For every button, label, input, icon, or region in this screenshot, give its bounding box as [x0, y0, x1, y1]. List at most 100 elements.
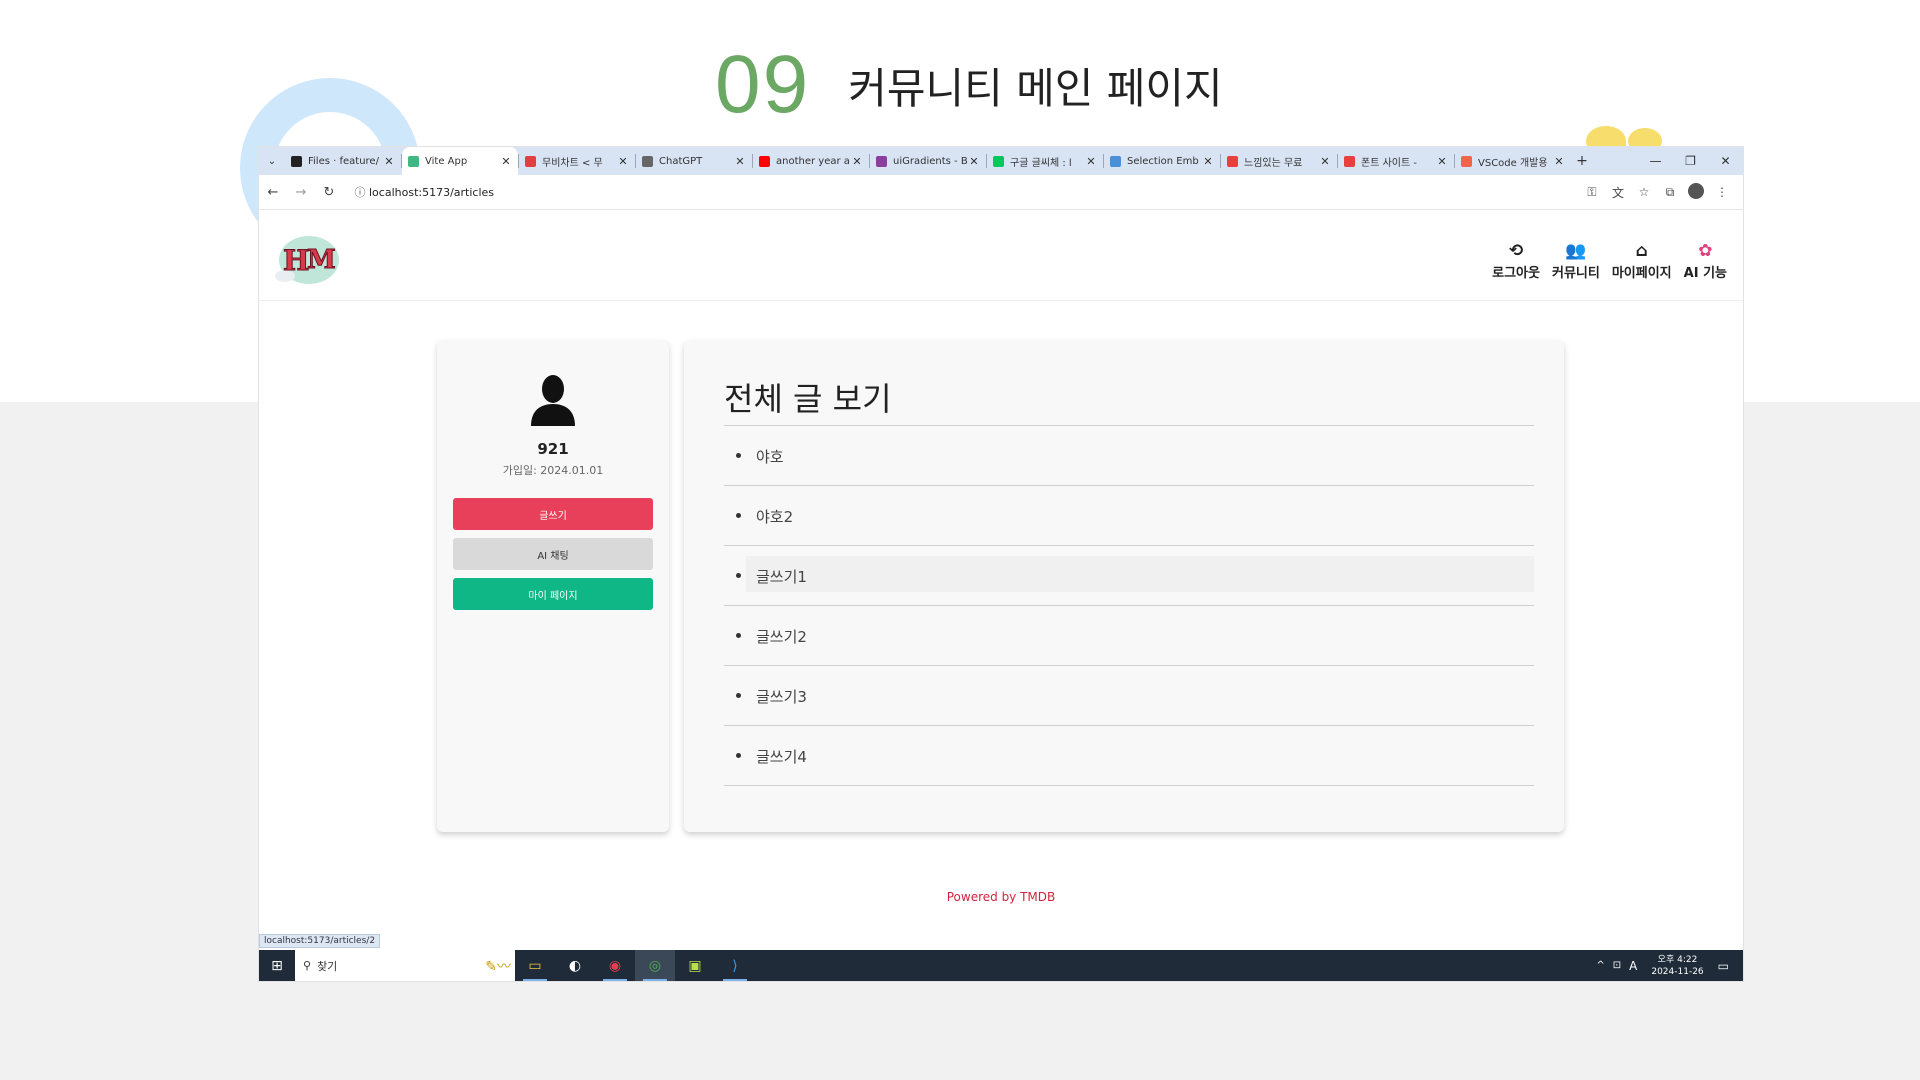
back-icon[interactable]: ← — [259, 185, 287, 200]
slide-title: 09 커뮤니티 메인 페이지 — [715, 38, 1223, 132]
tab-close-icon[interactable]: ✕ — [1319, 155, 1331, 168]
tab-close-icon[interactable]: ✕ — [617, 155, 629, 168]
list-item[interactable]: 글쓰기4 — [724, 726, 1534, 786]
reload-icon[interactable]: ↻ — [315, 185, 343, 200]
tab-close-icon[interactable]: ✕ — [1553, 155, 1565, 168]
profile-card: 921 가입일: 2024.01.01 글쓰기 AI 채팅 마이 페이지 — [437, 340, 669, 832]
profile-join-date: 가입일: 2024.01.01 — [502, 464, 604, 477]
browser-tab[interactable]: Selection Emb ✕ — [1104, 147, 1220, 175]
list-item[interactable]: 야호 — [724, 426, 1534, 486]
article-title: 글쓰기4 — [756, 748, 807, 766]
tab-search-icon[interactable]: ⌄ — [259, 156, 285, 167]
chatgpt-icon — [642, 155, 653, 167]
menu-kebab-icon[interactable]: ⋮ — [1709, 185, 1735, 199]
browser-tab[interactable]: 무비차트 < 무 ✕ — [519, 147, 635, 175]
vscode-icon[interactable]: ⟩ — [715, 950, 755, 981]
close-window-icon[interactable]: ✕ — [1708, 147, 1743, 175]
search-placeholder: 찾기 — [317, 959, 338, 973]
list-item[interactable]: 야호2 — [724, 486, 1534, 546]
pycharm-icon[interactable]: ▣ — [675, 950, 715, 981]
search-icon: ⚲ — [303, 959, 312, 972]
tab-label: uiGradients - B — [893, 155, 968, 167]
tab-close-icon[interactable]: ✕ — [734, 155, 746, 168]
browser-tab[interactable]: VSCode 개발용 ✕ — [1455, 147, 1571, 175]
hover-highlight — [746, 556, 1534, 592]
browser-tab[interactable]: uiGradients - B ✕ — [870, 147, 986, 175]
naver-icon — [993, 155, 1004, 167]
list-item[interactable]: 글쓰기1 — [724, 546, 1534, 606]
header-nav: ⟲ 로그아웃 👥 커뮤니티 ⌂ 마이페이지 ✿ AI 기능 — [1486, 240, 1733, 281]
tab-label: Files · feature/ — [308, 155, 379, 167]
browser-tab[interactable]: 구글 글씨체 : l ✕ — [987, 147, 1103, 175]
tab-close-icon[interactable]: ✕ — [500, 155, 512, 168]
tab-close-icon[interactable]: ✕ — [1085, 155, 1097, 168]
fonts2-icon — [1344, 155, 1355, 167]
tab-label: 폰트 사이트 - — [1361, 157, 1417, 169]
slack-icon — [1110, 155, 1121, 167]
article-title: 글쓰기1 — [756, 568, 807, 586]
nav-ai[interactable]: ✿ AI 기능 — [1684, 240, 1727, 281]
site-logo[interactable]: H M — [271, 230, 343, 288]
url-text: localhost:5173/articles — [369, 185, 495, 199]
nav-mypage[interactable]: ⌂ 마이페이지 — [1612, 240, 1672, 281]
browser-tab[interactable]: Files · feature/ ✕ — [285, 147, 401, 175]
app-icon[interactable]: ◐ — [555, 950, 595, 981]
forward-icon[interactable]: → — [287, 185, 315, 200]
nav-community[interactable]: 👥 커뮤니티 — [1552, 240, 1600, 281]
browser-tab[interactable]: another year a ✕ — [753, 147, 869, 175]
password-key-icon[interactable]: ⚿ — [1579, 185, 1605, 200]
network-icon[interactable]: ⊡ — [1613, 960, 1621, 971]
clock[interactable]: 오후 4:22 2024-11-26 — [1651, 954, 1703, 978]
browser-tab[interactable]: 폰트 사이트 - ✕ — [1338, 147, 1454, 175]
home-icon: ⌂ — [1635, 241, 1648, 261]
my-page-button[interactable]: 마이 페이지 — [453, 578, 653, 610]
gitlab-icon — [291, 155, 302, 167]
ai-chat-button[interactable]: AI 채팅 — [453, 538, 653, 570]
minimize-icon[interactable]: — — [1638, 147, 1673, 175]
taskbar-search[interactable]: ⚲ 찾기 ✎〰 — [295, 950, 515, 981]
windows-start-icon[interactable]: ⊞ — [259, 958, 295, 974]
tab-close-icon[interactable]: ✕ — [851, 155, 863, 168]
powered-by-link[interactable]: Powered by TMDB — [259, 890, 1743, 904]
tab-label: Selection Emb — [1127, 155, 1199, 167]
bookmark-star-icon[interactable]: ☆ — [1631, 185, 1657, 199]
tab-label: 구글 글씨체 : l — [1010, 157, 1072, 169]
tab-close-icon[interactable]: ✕ — [968, 155, 980, 168]
article-title: 글쓰기2 — [756, 628, 807, 646]
translate-icon[interactable]: 文 — [1605, 184, 1631, 201]
tray-chevron-icon[interactable]: ^ — [1596, 960, 1604, 971]
notification-icon[interactable]: ▭ — [1718, 959, 1729, 973]
tab-close-icon[interactable]: ✕ — [383, 155, 395, 168]
chrome-icon[interactable]: ◎ — [635, 950, 675, 981]
browser-tab[interactable]: Vite App ✕ — [402, 147, 518, 175]
list-title: 전체 글 보기 — [724, 380, 892, 418]
browser-tab-bar: ⌄ Files · feature/✕ Vite App ✕ 무비차트 < 무 ✕ Cha… — [259, 147, 1743, 175]
browser-tab[interactable]: ChatGPT ✕ — [636, 147, 752, 175]
user-silhouette-icon — [531, 375, 575, 426]
bullet-icon — [736, 573, 741, 578]
ai-icon: ✿ — [1698, 241, 1713, 261]
clock-time: 오후 4:22 — [1657, 954, 1698, 965]
bullet-icon — [736, 453, 741, 458]
app-icon[interactable]: ◉ — [595, 950, 635, 981]
restore-icon[interactable]: ❐ — [1673, 147, 1708, 175]
tab-close-icon[interactable]: ✕ — [1202, 155, 1214, 168]
tab-label: 무비차트 < 무 — [542, 157, 603, 169]
ime-indicator[interactable]: A — [1629, 959, 1637, 973]
site-header: H M ⟲ 로그아웃 👥 커뮤니티 ⌂ 마이페이지 ✿ AI 기능 — [259, 210, 1743, 301]
nav-logout[interactable]: ⟲ 로그아웃 — [1492, 240, 1540, 281]
extensions-icon[interactable]: ⧉ — [1657, 185, 1683, 200]
write-button[interactable]: 글쓰기 — [453, 498, 653, 530]
url-field[interactable]: ⓘ localhost:5173/articles — [351, 180, 1579, 204]
list-item[interactable]: 글쓰기2 — [724, 606, 1534, 666]
profile-avatar[interactable] — [1683, 182, 1709, 202]
tab-close-icon[interactable]: ✕ — [1436, 155, 1448, 168]
tab-label: VSCode 개발용 — [1478, 157, 1548, 169]
file-explorer-icon[interactable]: ▭ — [515, 950, 555, 981]
article-list-card: 전체 글 보기 야호 야호2 글쓰기1 글쓰기2 글쓰기3 글쓰기4 — [684, 340, 1564, 832]
site-info-icon[interactable]: ⓘ — [351, 184, 369, 200]
list-item[interactable]: 글쓰기3 — [724, 666, 1534, 726]
browser-tab[interactable]: 느낌있는 무료 ✕ — [1221, 147, 1337, 175]
new-tab-button[interactable]: + — [1571, 153, 1593, 169]
svg-text:M: M — [307, 245, 336, 275]
